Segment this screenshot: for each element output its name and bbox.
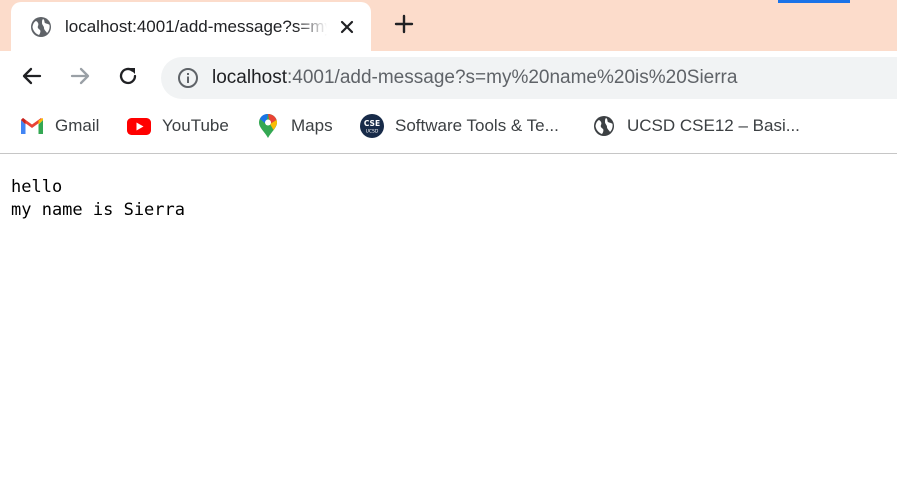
- globe-icon: [30, 16, 52, 38]
- svg-text:UCSD: UCSD: [366, 129, 379, 135]
- url-path: :4001/add-message?s=my%20name%20is%20Sie…: [287, 67, 738, 88]
- reload-icon: [116, 64, 140, 93]
- bookmark-ucsd-cse12[interactable]: UCSD CSE12 – Basi...: [592, 114, 800, 138]
- message-line: hello: [11, 177, 63, 197]
- bookmark-gmail[interactable]: Gmail: [20, 114, 99, 138]
- message-line: my name is Sierra: [11, 200, 185, 220]
- forward-button[interactable]: [65, 63, 95, 93]
- bookmark-label: Gmail: [55, 116, 100, 135]
- info-icon[interactable]: [177, 67, 199, 89]
- url-text[interactable]: localhost:4001/add-message?s=my%20name%2…: [212, 67, 737, 89]
- reload-button[interactable]: [113, 63, 143, 93]
- browser-window: localhost:4001/add-message?s=my%20name%2…: [0, 0, 897, 493]
- back-arrow-icon: [20, 64, 44, 93]
- forward-arrow-icon: [68, 64, 92, 93]
- tab-title: localhost:4001/add-message?s=my%20name%2…: [65, 17, 327, 36]
- toolbar: localhost:4001/add-message?s=my%20name%2…: [0, 51, 897, 106]
- svg-text:CSE: CSE: [364, 119, 380, 128]
- plus-icon: [394, 14, 414, 39]
- tab-strip: localhost:4001/add-message?s=my%20name%2…: [0, 0, 897, 51]
- youtube-icon: [127, 114, 151, 138]
- url-host: localhost: [212, 67, 287, 88]
- close-icon[interactable]: [336, 16, 358, 38]
- bookmark-software-tools[interactable]: CSE UCSD Software Tools & Te...: [360, 114, 559, 138]
- gmail-icon: [20, 114, 44, 138]
- bookmark-label: Maps: [291, 116, 333, 135]
- bookmark-label: Software Tools & Te...: [395, 116, 559, 135]
- bookmark-maps[interactable]: Maps: [256, 114, 333, 138]
- address-bar[interactable]: localhost:4001/add-message?s=my%20name%2…: [161, 57, 897, 99]
- new-tab-button[interactable]: [390, 12, 418, 40]
- tab-active[interactable]: localhost:4001/add-message?s=my%20name%2…: [11, 2, 371, 51]
- window-accent: [778, 0, 850, 3]
- cse-ucsd-icon: CSE UCSD: [360, 114, 384, 138]
- bookmark-label: YouTube: [162, 116, 229, 135]
- back-button[interactable]: [17, 63, 47, 93]
- page-text: hello my name is Sierra: [11, 176, 185, 222]
- page-content: hello my name is Sierra: [0, 154, 897, 493]
- bookmark-youtube[interactable]: YouTube: [127, 114, 229, 138]
- maps-icon: [256, 114, 280, 138]
- globe-icon: [592, 114, 616, 138]
- bookmarks-bar: Gmail YouTube Maps CSE UCSD Software Too…: [0, 106, 897, 146]
- bookmark-label: UCSD CSE12 – Basi...: [627, 116, 800, 135]
